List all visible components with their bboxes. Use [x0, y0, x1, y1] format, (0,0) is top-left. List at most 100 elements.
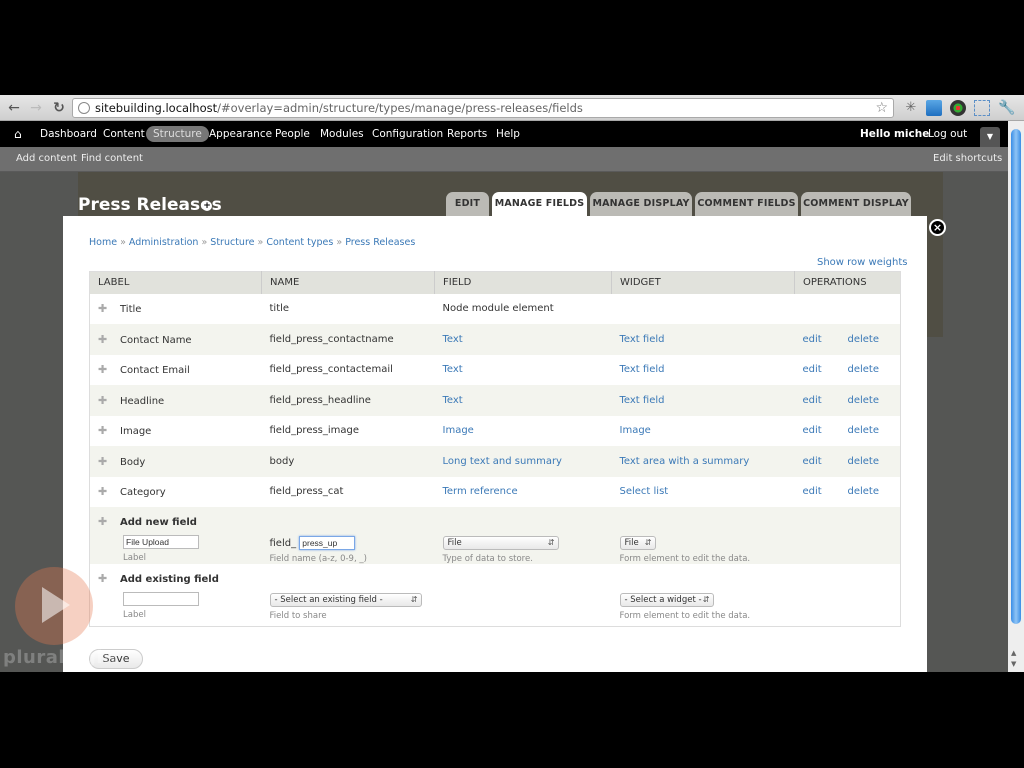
row-delete-link[interactable]: delete: [848, 456, 880, 467]
new-field-name-desc: Field name (a-z, 0-9, _): [269, 554, 367, 564]
tab-edit[interactable]: EDIT: [446, 192, 489, 216]
back-arrow-icon[interactable]: ←: [5, 99, 23, 117]
logout-link[interactable]: Log out: [928, 126, 967, 142]
row-delete-link[interactable]: delete: [848, 395, 880, 406]
row-widget[interactable]: Select list: [620, 486, 669, 497]
row-edit-link[interactable]: edit: [803, 486, 848, 497]
add-new-field-row: ✚ Add new field Label field_ Field name (…: [89, 507, 901, 564]
toolbar-configuration[interactable]: Configuration: [372, 126, 443, 142]
home-icon[interactable]: ⌂: [14, 126, 22, 142]
new-field-label-input[interactable]: [123, 535, 199, 549]
row-widget[interactable]: Text field: [620, 395, 665, 406]
shortcuts-toggle-button[interactable]: ▼: [980, 127, 1000, 149]
tab-comment-display[interactable]: COMMENT DISPLAY: [801, 192, 911, 216]
row-edit-link[interactable]: edit: [803, 395, 848, 406]
shortcut-find-content[interactable]: Find content: [81, 153, 143, 164]
address-bar[interactable]: sitebuilding.localhost/#overlay=admin/st…: [72, 98, 894, 118]
existing-field-label-input[interactable]: [123, 592, 199, 606]
add-shortcut-icon[interactable]: +: [202, 201, 212, 211]
page-scrollbar[interactable]: ▲ ▼: [1008, 121, 1024, 672]
row-field-type[interactable]: Term reference: [443, 486, 518, 497]
page-title: Press Releases: [78, 195, 222, 215]
drag-handle-icon[interactable]: ✚: [98, 515, 112, 528]
drag-handle-icon[interactable]: ✚: [98, 333, 112, 346]
toolbar-people[interactable]: People: [275, 126, 310, 142]
extension-bug-icon[interactable]: ✳: [903, 100, 919, 116]
tab-manage-display[interactable]: MANAGE DISPLAY: [590, 192, 692, 216]
drag-handle-icon[interactable]: ✚: [98, 363, 112, 376]
row-edit-link[interactable]: edit: [803, 334, 848, 345]
existing-field-label-desc: Label: [123, 610, 146, 620]
drag-handle-icon[interactable]: ✚: [98, 455, 112, 468]
toolbar-structure[interactable]: Structure: [146, 126, 209, 142]
show-row-weights-link[interactable]: Show row weights: [817, 257, 907, 268]
breadcrumb-press-releases[interactable]: Press Releases: [345, 237, 415, 248]
drag-handle-icon[interactable]: ✚: [98, 572, 112, 585]
shortcut-add-content[interactable]: Add content: [16, 153, 77, 164]
row-field-type[interactable]: Text: [443, 395, 463, 406]
fields-table: LABEL NAME FIELD WIDGET OPERATIONS ✚ Titl…: [89, 271, 901, 627]
scrollbar-thumb[interactable]: [1011, 129, 1021, 624]
row-delete-link[interactable]: delete: [848, 334, 880, 345]
extension-colorpicker-icon[interactable]: [950, 100, 966, 116]
row-delete-link[interactable]: delete: [848, 364, 880, 375]
forward-arrow-icon[interactable]: →: [27, 99, 45, 117]
row-field-type[interactable]: Text: [443, 334, 463, 345]
row-field-type[interactable]: Text: [443, 364, 463, 375]
close-overlay-icon[interactable]: ×: [929, 219, 946, 236]
row-label: Contact Name: [120, 334, 192, 346]
widget-select[interactable]: File ⇵: [619, 536, 656, 550]
existing-widget-select[interactable]: - Select a widget - ⇵: [619, 593, 714, 607]
row-field-type[interactable]: Long text and summary: [443, 456, 562, 467]
row-edit-link[interactable]: edit: [803, 425, 848, 436]
user-greeting[interactable]: Hello miche: [860, 126, 929, 142]
toolbar-modules[interactable]: Modules: [320, 126, 364, 142]
edit-shortcuts-link[interactable]: Edit shortcuts: [933, 153, 1002, 164]
toolbar-reports[interactable]: Reports: [447, 126, 487, 142]
new-field-name-input[interactable]: [299, 536, 356, 550]
drag-handle-icon[interactable]: ✚: [98, 394, 112, 407]
reload-icon[interactable]: ↻: [50, 99, 68, 117]
row-widget[interactable]: Image: [620, 425, 651, 436]
toolbar-content[interactable]: Content: [103, 126, 145, 142]
table-row: ✚ Category field_press_cat Term reference Se…: [89, 476, 901, 507]
row-delete-link[interactable]: delete: [848, 425, 880, 436]
breadcrumb-administration[interactable]: Administration: [129, 237, 199, 248]
breadcrumb-content-types[interactable]: Content types: [266, 237, 333, 248]
existing-widget-desc: Form element to edit the data.: [619, 611, 751, 621]
toolbar-dashboard[interactable]: Dashboard: [40, 126, 97, 142]
bookmark-star-icon[interactable]: ☆: [875, 99, 888, 117]
drag-handle-icon[interactable]: ✚: [98, 302, 112, 315]
toolbar-appearance[interactable]: Appearance: [209, 126, 272, 142]
tab-comment-fields[interactable]: COMMENT FIELDS: [695, 192, 798, 216]
col-widget: WIDGET: [611, 271, 795, 294]
add-existing-field-row: ✚ Add existing field Label - Select an ex…: [89, 564, 901, 627]
row-edit-link[interactable]: edit: [803, 456, 848, 467]
breadcrumb-structure[interactable]: Structure: [210, 237, 254, 248]
breadcrumb-home[interactable]: Home: [89, 237, 117, 248]
row-delete-link[interactable]: delete: [848, 486, 880, 497]
tab-manage-fields[interactable]: MANAGE FIELDS: [492, 192, 587, 218]
scroll-down-arrow-icon[interactable]: ▼: [1011, 660, 1016, 668]
scroll-up-arrow-icon[interactable]: ▲: [1011, 649, 1016, 657]
row-field-type[interactable]: Image: [443, 425, 474, 436]
wrench-icon[interactable]: 🔧: [998, 100, 1015, 116]
existing-field-select[interactable]: - Select an existing field - ⇵: [269, 593, 422, 607]
widget-value: File: [624, 538, 639, 548]
row-widget[interactable]: Text area with a summary: [620, 456, 750, 467]
table-row: ✚ Title title Node module element: [89, 293, 901, 324]
col-operations: OPERATIONS: [794, 271, 901, 294]
col-name: NAME: [261, 271, 435, 294]
select-arrows-icon: ⇵: [702, 595, 710, 604]
row-widget[interactable]: Text field: [620, 364, 665, 375]
field-type-select[interactable]: File ⇵: [442, 536, 559, 550]
row-widget[interactable]: Text field: [620, 334, 665, 345]
drag-handle-icon[interactable]: ✚: [98, 485, 112, 498]
select-arrows-icon: ⇵: [410, 595, 418, 604]
toolbar-help[interactable]: Help: [496, 126, 520, 142]
drag-handle-icon[interactable]: ✚: [98, 424, 112, 437]
table-row: ✚ Contact Email field_press_contactemail Te…: [89, 354, 901, 385]
extension-window-resize-icon[interactable]: [974, 100, 990, 116]
row-edit-link[interactable]: edit: [803, 364, 848, 375]
extension-screenshot-icon[interactable]: [926, 100, 942, 116]
